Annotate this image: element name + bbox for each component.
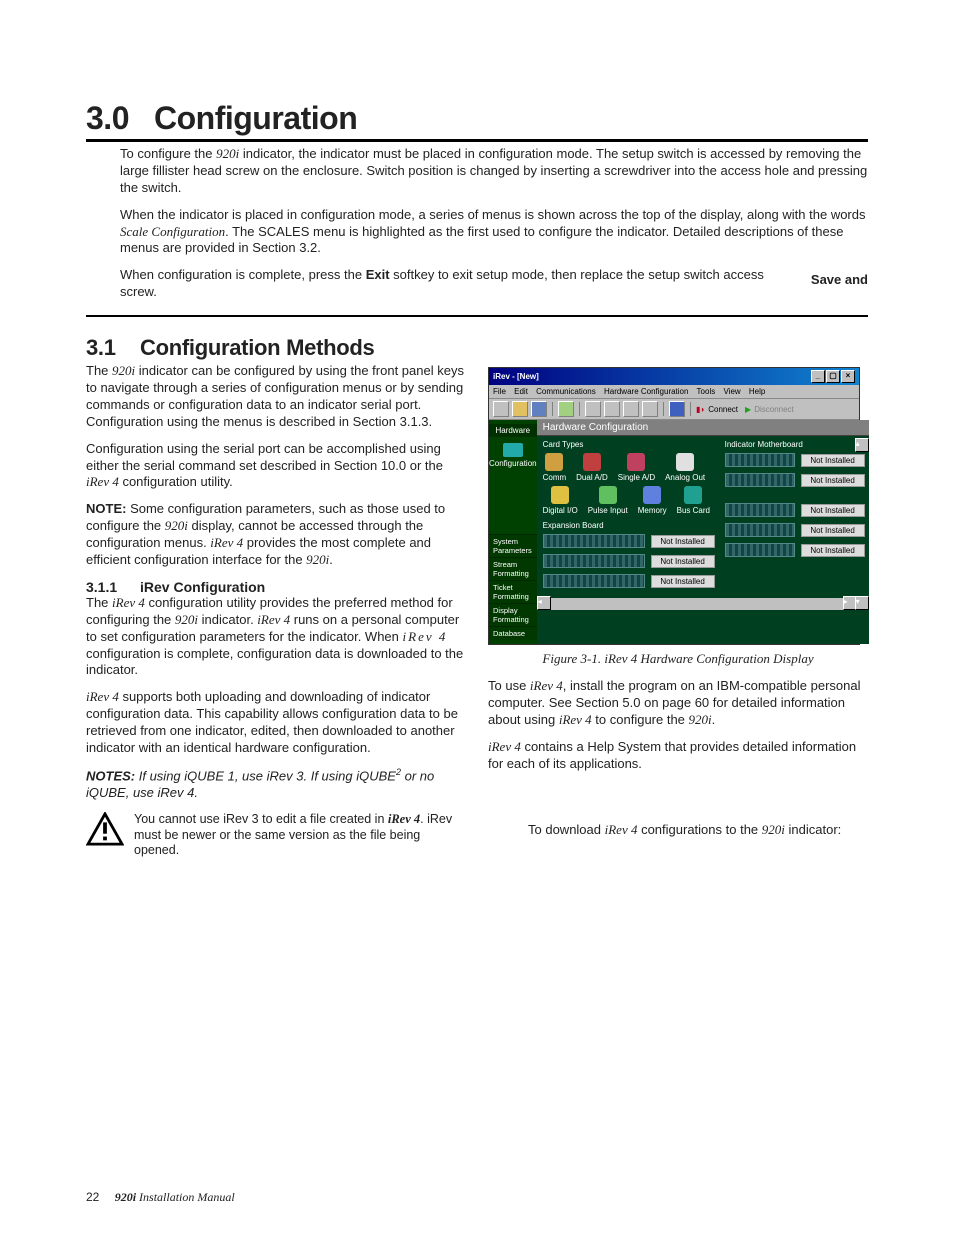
section-number: 3.1 <box>86 335 140 361</box>
page-number: 22 <box>86 1190 99 1204</box>
right-p2: iRev 4 contains a Help System that provi… <box>488 739 868 773</box>
sidebar: Hardware Configuration System Parameters… <box>489 420 537 644</box>
card-memory-icon[interactable] <box>643 486 661 504</box>
scroll-down-icon[interactable]: ▾ <box>855 596 869 610</box>
sidebar-list: System Parameters Stream Formatting Tick… <box>489 534 537 640</box>
menu-edit[interactable]: Edit <box>514 387 528 396</box>
mb-slot-2[interactable] <box>725 473 795 487</box>
scroll-left-icon[interactable]: ◂ <box>537 596 551 610</box>
card-comm-icon[interactable] <box>545 453 563 471</box>
toolbar: ▮◗ Connect ▶ Disconnect <box>489 399 859 420</box>
chapter-number: 3.0 <box>86 100 154 137</box>
window-titlebar: iRev - [New] _▢× <box>489 368 859 385</box>
toolbar-misc-icon[interactable] <box>642 401 658 417</box>
menu-tools[interactable]: Tools <box>697 387 716 396</box>
exp-slot-3[interactable] <box>543 574 645 588</box>
save-and-text: Save and <box>811 272 868 287</box>
left-p1: The 920i indicator can be configured by … <box>86 363 466 431</box>
section-title: 3.1Configuration Methods <box>86 335 868 361</box>
notes-line: NOTES: If using iQUBE 1, use iRev 3. If … <box>86 767 466 802</box>
right-column: iRev - [New] _▢× File Edit Communication… <box>488 363 868 859</box>
intro-p1: To configure the 920i indicator, the ind… <box>120 146 868 197</box>
motherboard-label: Indicator Motherboard <box>725 440 865 449</box>
window-title: iRev - [New] <box>493 372 539 381</box>
panel-title: Hardware Configuration <box>537 420 869 436</box>
toolbar-save-icon[interactable] <box>531 401 547 417</box>
chapter-title: 3.0Configuration <box>86 100 868 142</box>
toolbar-paste-icon[interactable] <box>623 401 639 417</box>
sidebar-item-display[interactable]: Display Formatting <box>489 603 537 626</box>
subsection-title: 3.1.1iRev Configuration <box>86 579 466 595</box>
sidebar-header: Hardware <box>489 424 537 437</box>
expansion-label: Expansion Board <box>543 521 715 530</box>
exp-slot-2[interactable] <box>543 554 645 568</box>
intro-p2: When the indicator is placed in configur… <box>120 207 868 258</box>
chapter-text: Configuration <box>154 100 357 136</box>
menu-bar[interactable]: File Edit Communications Hardware Config… <box>489 385 859 399</box>
card-bus-icon[interactable] <box>684 486 702 504</box>
page-footer: 22 920i Installation Manual <box>86 1190 235 1205</box>
mb-slot-1[interactable] <box>725 453 795 467</box>
intro-p3: When configuration is complete, press th… <box>120 267 868 301</box>
scroll-up-icon[interactable]: ▴ <box>855 438 869 452</box>
max-button-icon[interactable]: ▢ <box>826 370 840 383</box>
sidebar-item-database[interactable]: Database <box>489 626 537 640</box>
toolbar-new-icon[interactable] <box>493 401 509 417</box>
right-p3: To download iRev 4 configurations to the… <box>528 822 868 839</box>
sidebar-config-label[interactable]: Configuration <box>489 459 537 476</box>
menu-hwconf[interactable]: Hardware Configuration <box>604 387 689 396</box>
menu-file[interactable]: File <box>493 387 506 396</box>
warning-icon <box>86 812 124 846</box>
left-p2: Configuration using the serial port can … <box>86 441 466 492</box>
figure-caption: Figure 3-1. iRev 4 Hardware Configuratio… <box>488 651 868 668</box>
toolbar-disconnect: Disconnect <box>754 405 794 414</box>
card-dualad-icon[interactable] <box>583 453 601 471</box>
mb-slot-3[interactable] <box>725 503 795 517</box>
menu-view[interactable]: View <box>723 387 740 396</box>
subsec-p1: The iRev 4 configuration utility provide… <box>86 595 466 679</box>
window-buttons: _▢× <box>810 370 855 383</box>
right-p1: To use iRev 4, install the program on an… <box>488 678 868 729</box>
close-button-icon[interactable]: × <box>841 370 855 383</box>
left-column: The 920i indicator can be configured by … <box>86 363 466 859</box>
left-note: NOTE: Some configuration parameters, suc… <box>86 501 466 569</box>
figure-screenshot: iRev - [New] _▢× File Edit Communication… <box>488 367 868 668</box>
card-types-label: Card Types <box>543 440 715 449</box>
warning-row: You cannot use iRev 3 to edit a file cre… <box>86 812 466 859</box>
sidebar-item-sysparam[interactable]: System Parameters <box>489 534 537 557</box>
warning-text: You cannot use iRev 3 to edit a file cre… <box>134 812 466 859</box>
card-dio-icon[interactable] <box>551 486 569 504</box>
sidebar-config-icon[interactable] <box>503 443 523 457</box>
toolbar-connect[interactable]: Connect <box>708 405 738 414</box>
card-singlead-icon[interactable] <box>627 453 645 471</box>
min-button-icon[interactable]: _ <box>811 370 825 383</box>
mb-slot-4[interactable] <box>725 523 795 537</box>
menu-comm[interactable]: Communications <box>536 387 596 396</box>
sidebar-item-stream[interactable]: Stream Formatting <box>489 557 537 580</box>
mb-slot-5[interactable] <box>725 543 795 557</box>
toolbar-copy-icon[interactable] <box>604 401 620 417</box>
toolbar-open-icon[interactable] <box>512 401 528 417</box>
sidebar-item-ticket[interactable]: Ticket Formatting <box>489 580 537 603</box>
menu-help[interactable]: Help <box>749 387 765 396</box>
subsec-p2: iRev 4 supports both uploading and downl… <box>86 689 466 757</box>
main-panel: Hardware Configuration ▴ Card Types Comm… <box>537 420 869 644</box>
card-analogout-icon[interactable] <box>676 453 694 471</box>
section-rule <box>86 315 868 317</box>
toolbar-print-icon[interactable] <box>558 401 574 417</box>
card-pulse-icon[interactable] <box>599 486 617 504</box>
toolbar-help-icon[interactable] <box>669 401 685 417</box>
exp-slot-1[interactable] <box>543 534 645 548</box>
irev-window: iRev - [New] _▢× File Edit Communication… <box>488 367 860 645</box>
toolbar-cut-icon[interactable] <box>585 401 601 417</box>
